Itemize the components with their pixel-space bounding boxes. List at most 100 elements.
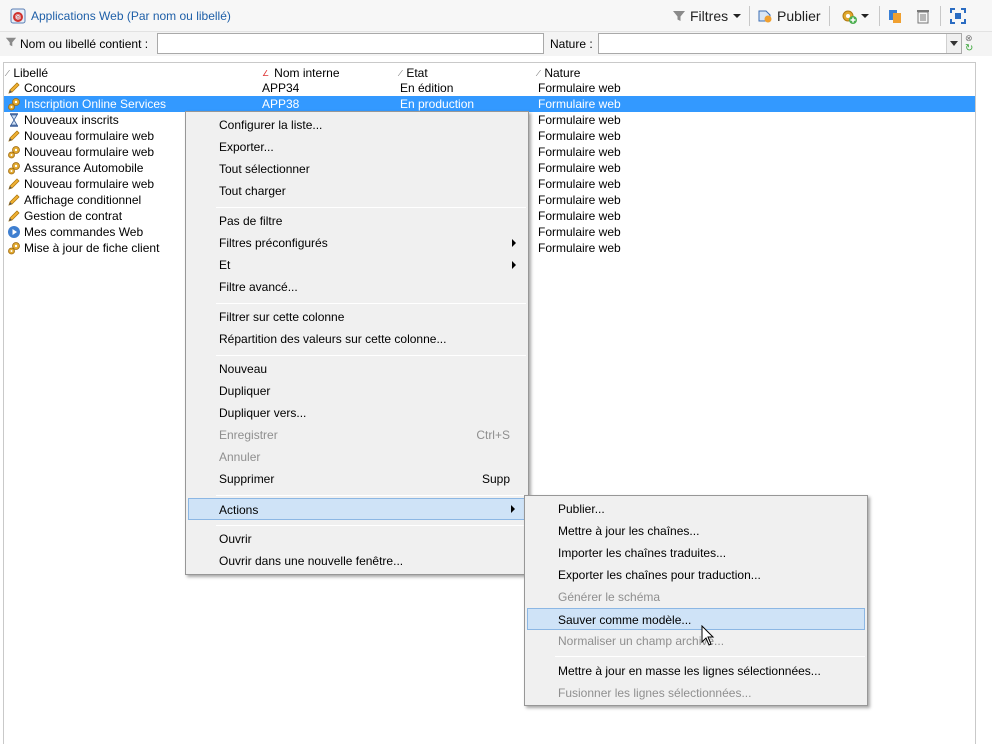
context-menu-item[interactable]: Et <box>188 254 526 276</box>
chevron-down-icon[interactable] <box>946 34 961 53</box>
context-menu-item[interactable]: Supprimer Supp <box>188 468 526 490</box>
chevron-down-icon <box>733 14 742 18</box>
submenu-item[interactable]: Mettre à jour les chaînes... <box>527 520 865 542</box>
submenu-item[interactable]: Sauver comme modèle... <box>527 608 865 630</box>
menu-item-label: Ouvrir dans une nouvelle fenêtre... <box>219 554 404 568</box>
clear-filter-icon[interactable]: ⊗ <box>965 34 973 43</box>
duplicate-button[interactable] <box>885 6 905 26</box>
actions-submenu: Publier... Mettre à jour les chaînes... Im… <box>524 495 868 706</box>
submenu-arrow-icon <box>511 505 515 513</box>
column-header-state[interactable]: ⁄ Etat <box>400 66 428 80</box>
context-menu-item[interactable]: Dupliquer <box>188 380 526 402</box>
context-menu-item[interactable]: Filtre avancé... <box>188 276 526 298</box>
context-menu-item[interactable]: Ouvrir <box>188 528 526 550</box>
column-header-nature[interactable]: ⁄ Nature <box>538 66 580 80</box>
menu-separator <box>216 355 526 356</box>
cell-label: Gestion de contrat <box>24 209 123 223</box>
cell-nature: Formulaire web <box>538 193 621 207</box>
menu-item-label: Mettre à jour les chaînes... <box>558 524 700 538</box>
cell-nature: Formulaire web <box>538 81 621 95</box>
cell-label: Inscription Online Services <box>24 97 167 111</box>
context-menu-item[interactable]: Filtrer sur cette colonne <box>188 306 526 328</box>
menu-item-label: Filtrer sur cette colonne <box>219 310 345 324</box>
filter-bar: Nom ou libellé contient : Nature : ⊗ ↻ <box>0 32 992 56</box>
context-menu-item[interactable]: Pas de filtre <box>188 210 526 232</box>
menu-item-label: Importer les chaînes traduites... <box>558 546 727 560</box>
filters-button[interactable]: Filtres <box>672 4 742 28</box>
publish-button[interactable]: Publier <box>757 4 821 28</box>
context-menu-item[interactable]: Configurer la liste... <box>188 114 526 136</box>
context-menu-item[interactable]: Dupliquer vers... <box>188 402 526 424</box>
maximize-button[interactable] <box>948 6 968 26</box>
menu-separator <box>555 656 865 657</box>
cell-nature: Formulaire web <box>538 161 621 175</box>
refresh-icon[interactable]: ↻ <box>965 44 973 54</box>
cell-nature: Formulaire web <box>538 225 621 239</box>
menu-item-label: Enregistrer <box>219 428 278 442</box>
context-menu-item[interactable]: Répartition des valeurs sur cette colonn… <box>188 328 526 350</box>
menu-item-label: Publier... <box>558 502 605 516</box>
context-menu-item[interactable]: Tout sélectionner <box>188 158 526 180</box>
web-app-icon: @ <box>10 8 26 24</box>
context-menu-item[interactable]: Ouvrir dans une nouvelle fenêtre... <box>188 550 526 572</box>
context-menu-item: Enregistrer Ctrl+S <box>188 424 526 446</box>
toolbar-separator <box>879 6 880 26</box>
funnel-icon <box>673 11 685 21</box>
menu-separator <box>216 207 526 208</box>
menu-separator <box>216 303 526 304</box>
hourglass-icon <box>7 113 21 127</box>
submenu-arrow-icon <box>512 261 516 269</box>
cell-nature: Formulaire web <box>538 113 621 127</box>
cell-label: Nouveau formulaire web <box>24 177 155 191</box>
gears-icon <box>7 145 21 159</box>
cell-state: En édition <box>400 81 454 95</box>
menu-item-shortcut: Ctrl+S <box>476 428 510 442</box>
cell-label: Mes commandes Web <box>24 225 144 239</box>
context-menu-item[interactable]: Filtres préconfigurés <box>188 232 526 254</box>
actions-gear-button[interactable] <box>838 6 872 26</box>
delete-button[interactable] <box>913 6 933 26</box>
submenu-item[interactable]: Importer les chaînes traduites... <box>527 542 865 564</box>
submenu-arrow-icon <box>512 239 516 247</box>
context-menu-item[interactable]: Nouveau <box>188 358 526 380</box>
gears-icon <box>7 161 21 175</box>
menu-separator <box>216 495 526 496</box>
cell-label: Concours <box>24 81 76 95</box>
name-filter-input[interactable] <box>157 33 544 54</box>
menu-item-label: Répartition des valeurs sur cette colonn… <box>219 332 447 346</box>
window-titlebar: @ Applications Web (Par nom ou libellé) … <box>0 0 992 32</box>
sort-icon: ⁄ <box>538 68 540 78</box>
context-menu-item[interactable]: Tout charger <box>188 180 526 202</box>
nature-filter-select[interactable] <box>598 33 962 54</box>
window-title: Applications Web (Par nom ou libellé) <box>31 9 231 23</box>
cell-nature: Formulaire web <box>538 177 621 191</box>
menu-item-label: Ouvrir <box>219 532 252 546</box>
menu-separator <box>216 525 526 526</box>
table-row[interactable]: Concours APP34 En édition Formulaire web <box>4 80 975 96</box>
filters-label: Filtres <box>690 8 729 24</box>
menu-item-label: Nouveau <box>219 362 268 376</box>
cell-nature: Formulaire web <box>538 97 621 111</box>
cell-internal-name: APP34 <box>262 81 300 95</box>
submenu-item: Fusionner les lignes sélectionnées... <box>527 682 865 704</box>
sort-icon: ⁄ <box>7 68 9 78</box>
trash-icon <box>917 10 929 24</box>
column-header-label[interactable]: ⁄ Libellé <box>7 66 48 80</box>
submenu-item[interactable]: Publier... <box>527 498 865 520</box>
menu-item-label: Actions <box>219 503 259 517</box>
submenu-item[interactable]: Exporter les chaînes pour traduction... <box>527 564 865 586</box>
menu-item-label: Filtres préconfigurés <box>219 236 328 250</box>
table-row[interactable]: Inscription Online Services APP38 En produ… <box>4 96 975 112</box>
duplicate-icon <box>889 10 901 23</box>
cell-label: Nouveau formulaire web <box>24 129 155 143</box>
submenu-item[interactable]: Mettre à jour en masse les lignes sélect… <box>527 660 865 682</box>
pencil-icon <box>7 177 21 191</box>
context-menu-item[interactable]: Exporter... <box>188 136 526 158</box>
context-menu: Configurer la liste... Exporter... Tout sé… <box>185 111 529 575</box>
context-menu-item[interactable]: Actions <box>188 498 526 520</box>
toolbar-separator <box>829 6 830 26</box>
column-header-internal-name[interactable]: ∠ Nom interne <box>262 66 340 80</box>
mouse-cursor-icon <box>701 625 715 646</box>
menu-item-label: Mettre à jour en masse les lignes sélect… <box>558 664 821 678</box>
gears-icon <box>7 241 21 255</box>
